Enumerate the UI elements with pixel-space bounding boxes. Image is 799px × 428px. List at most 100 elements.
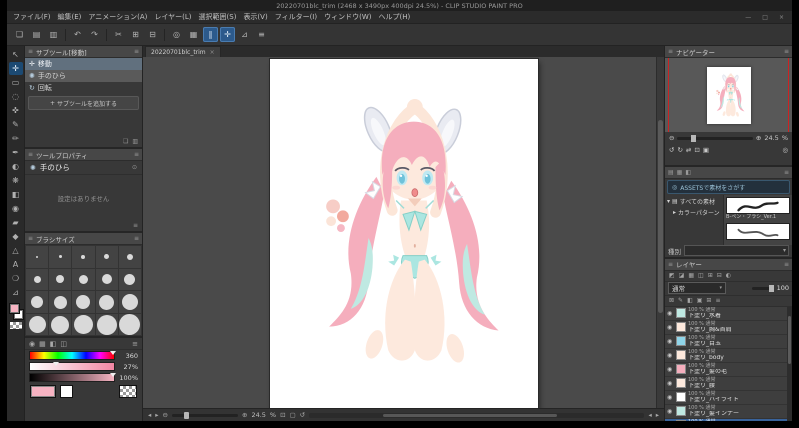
blend-tool-icon[interactable]: ◉ bbox=[9, 202, 23, 215]
visibility-eye-icon[interactable]: ◉ bbox=[667, 352, 674, 359]
visibility-eye-icon[interactable]: ◉ bbox=[667, 408, 674, 415]
visibility-eye-icon[interactable]: ◉ bbox=[667, 310, 674, 317]
layer-fx-icon[interactable]: ⊞ bbox=[708, 272, 713, 279]
material-item[interactable]: B-ペン・ブラシ_Ver.1 bbox=[726, 197, 790, 221]
menu-edit[interactable]: 編集(E) bbox=[58, 12, 82, 22]
navigator-zoom-slider[interactable] bbox=[677, 134, 753, 142]
brush-size-cell[interactable] bbox=[118, 291, 141, 313]
panel-menu-icon[interactable]: ≡ bbox=[132, 340, 138, 348]
brush-size-cell[interactable] bbox=[72, 246, 95, 268]
close-button[interactable]: × bbox=[777, 14, 786, 21]
new-file-icon[interactable]: ❏ bbox=[12, 27, 27, 42]
menu-help[interactable]: ヘルプ(H) bbox=[378, 12, 410, 22]
layer-fx-icon[interactable]: ▦ bbox=[688, 272, 694, 279]
menu-view[interactable]: 表示(V) bbox=[243, 12, 267, 22]
transparent-color-swatch[interactable] bbox=[9, 322, 22, 329]
zoom-tool-icon[interactable]: ◎ bbox=[169, 27, 184, 42]
panel-menu-icon[interactable]: ≡ bbox=[134, 151, 139, 158]
toolbar-menu-icon[interactable]: ≡ bbox=[254, 27, 269, 42]
delete-subtool-icon[interactable]: ▥ bbox=[132, 138, 138, 145]
material-tab-icon[interactable]: ◧ bbox=[685, 169, 691, 176]
layer-fx-icon[interactable]: ⊟ bbox=[717, 272, 722, 279]
color-wheel-tab-icon[interactable]: ◉ bbox=[29, 340, 35, 348]
zoom-in-icon[interactable]: ⊕ bbox=[756, 134, 761, 142]
brush-size-cell[interactable] bbox=[26, 313, 49, 336]
secondary-color-swatch[interactable] bbox=[60, 384, 73, 398]
panel-menu-icon[interactable]: ≡ bbox=[134, 235, 139, 242]
layer-row[interactable]: ◉ 100 % 通常 下塗り_髪の毛 bbox=[665, 363, 792, 377]
layer-fx-icon[interactable]: ◩ bbox=[669, 272, 675, 279]
layer-lock-icon[interactable]: ✎ bbox=[678, 297, 683, 304]
color-mixer-tab-icon[interactable]: ◫ bbox=[60, 340, 67, 348]
subtool-panel-header[interactable]: ≡ サブツール[移動] ≡ bbox=[25, 46, 142, 58]
layer-lock-icon[interactable]: ⊠ bbox=[669, 297, 674, 304]
layer-row[interactable]: ◉ 100 % 通常 下塗り_髪インナー bbox=[665, 405, 792, 419]
menu-file[interactable]: ファイル(F) bbox=[13, 12, 51, 22]
redo-icon[interactable]: ↷ bbox=[87, 27, 102, 42]
brush-size-cell[interactable] bbox=[95, 313, 118, 336]
menu-layer[interactable]: レイヤー(L) bbox=[154, 12, 191, 22]
zoom-out-icon[interactable]: ⊖ bbox=[669, 134, 674, 142]
flip-horizontal-icon[interactable]: ⇄ bbox=[686, 146, 691, 154]
layer-fx-icon[interactable]: ◫ bbox=[698, 272, 704, 279]
brush-size-cell[interactable] bbox=[95, 268, 118, 291]
layer-lock-icon[interactable]: ◧ bbox=[687, 297, 693, 304]
brush-size-cell[interactable] bbox=[95, 291, 118, 313]
brush-size-cell[interactable] bbox=[118, 246, 141, 268]
brush-size-cell[interactable] bbox=[95, 246, 118, 268]
navigator-header[interactable]: ≡ ナビゲーター ≡ bbox=[665, 46, 792, 58]
opacity-slider[interactable] bbox=[751, 284, 775, 292]
text-tool-icon[interactable]: A bbox=[9, 258, 23, 271]
snap-ruler-icon[interactable]: ∥ bbox=[203, 27, 218, 42]
panel-menu-icon[interactable]: ≡ bbox=[784, 261, 789, 268]
navigator-preview[interactable] bbox=[665, 58, 792, 132]
visibility-eye-icon[interactable]: ◉ bbox=[667, 324, 674, 331]
rotate-reset-icon[interactable]: ↺ bbox=[300, 411, 305, 419]
brush-size-cell[interactable] bbox=[26, 291, 49, 313]
fit-icon[interactable]: ⊡ bbox=[694, 146, 699, 154]
zoom-out-icon[interactable]: ⊖ bbox=[163, 411, 168, 419]
layer-row-selected[interactable]: ◉ 100 % 通常下塗り_肌 bbox=[665, 419, 792, 421]
visibility-eye-icon[interactable]: ◉ bbox=[667, 366, 674, 373]
color-slider-tab-icon[interactable]: ▦ bbox=[39, 340, 46, 348]
scroll-right-icon[interactable]: ▸ bbox=[656, 411, 659, 419]
rotate-ccw-icon[interactable]: ↺ bbox=[669, 146, 674, 154]
fill-tool-icon[interactable]: ▰ bbox=[9, 216, 23, 229]
material-tab-icon[interactable]: ▦ bbox=[677, 169, 683, 176]
open-file-icon[interactable]: ▤ bbox=[29, 27, 44, 42]
subtool-group-row[interactable]: ✛ 移動 bbox=[25, 58, 142, 70]
layer-fx-icon[interactable]: ◪ bbox=[679, 272, 685, 279]
add-subtool-button[interactable]: + サブツールを追加する bbox=[28, 96, 139, 110]
copy-icon[interactable]: ⊞ bbox=[128, 27, 143, 42]
tree-item-all-materials[interactable]: ▾ ▤ すべての素材 bbox=[665, 196, 723, 207]
layers-header[interactable]: ≡ レイヤー ≡ bbox=[665, 258, 792, 271]
pen-tool-icon[interactable]: ✎ bbox=[9, 118, 23, 131]
layer-row[interactable]: ◉ 100 % 通常 下塗り_body bbox=[665, 349, 792, 363]
gradient-tool-icon[interactable]: ◆ bbox=[9, 230, 23, 243]
scroll-left-icon[interactable]: ◂ bbox=[648, 411, 651, 419]
panel-menu-icon[interactable]: ≡ bbox=[784, 169, 789, 176]
brush-size-header[interactable]: ≡ ブラシサイズ ≡ bbox=[25, 233, 142, 246]
main-color-swatch[interactable] bbox=[8, 303, 20, 314]
layer-row[interactable]: ◉ 100 % 通常 下塗り_胸&首肩 bbox=[665, 321, 792, 335]
pan-right-icon[interactable]: ▸ bbox=[155, 411, 158, 419]
layer-row[interactable]: ◉ 100 % 通常 下塗り_ハイライト bbox=[665, 391, 792, 405]
snap-special-icon[interactable]: ✛ bbox=[220, 27, 235, 42]
zoom-in-icon[interactable]: ⊕ bbox=[242, 411, 247, 419]
figure-tool-icon[interactable]: △ bbox=[9, 244, 23, 257]
reset-view-icon[interactable]: ▣ bbox=[703, 146, 709, 154]
paste-icon[interactable]: ⊟ bbox=[145, 27, 160, 42]
layer-fx-icon[interactable]: ◐ bbox=[726, 272, 731, 279]
menu-animation[interactable]: アニメーション(A) bbox=[88, 12, 147, 22]
brush-size-cell[interactable] bbox=[118, 313, 141, 336]
material-type-select[interactable]: ▾ bbox=[684, 245, 789, 257]
menu-window[interactable]: ウィンドウ(W) bbox=[324, 12, 371, 22]
panel-menu-icon[interactable]: ≡ bbox=[784, 48, 789, 55]
operation-tool-icon[interactable]: ↖ bbox=[9, 48, 23, 61]
cut-icon[interactable]: ✂ bbox=[111, 27, 126, 42]
brush-size-cell[interactable] bbox=[72, 313, 95, 336]
airbrush-tool-icon[interactable]: ◐ bbox=[9, 160, 23, 173]
canvas-document[interactable] bbox=[269, 59, 538, 408]
ruler-tool-icon[interactable]: ⊿ bbox=[9, 286, 23, 299]
move-tool-icon[interactable]: ✛ bbox=[8, 62, 23, 75]
